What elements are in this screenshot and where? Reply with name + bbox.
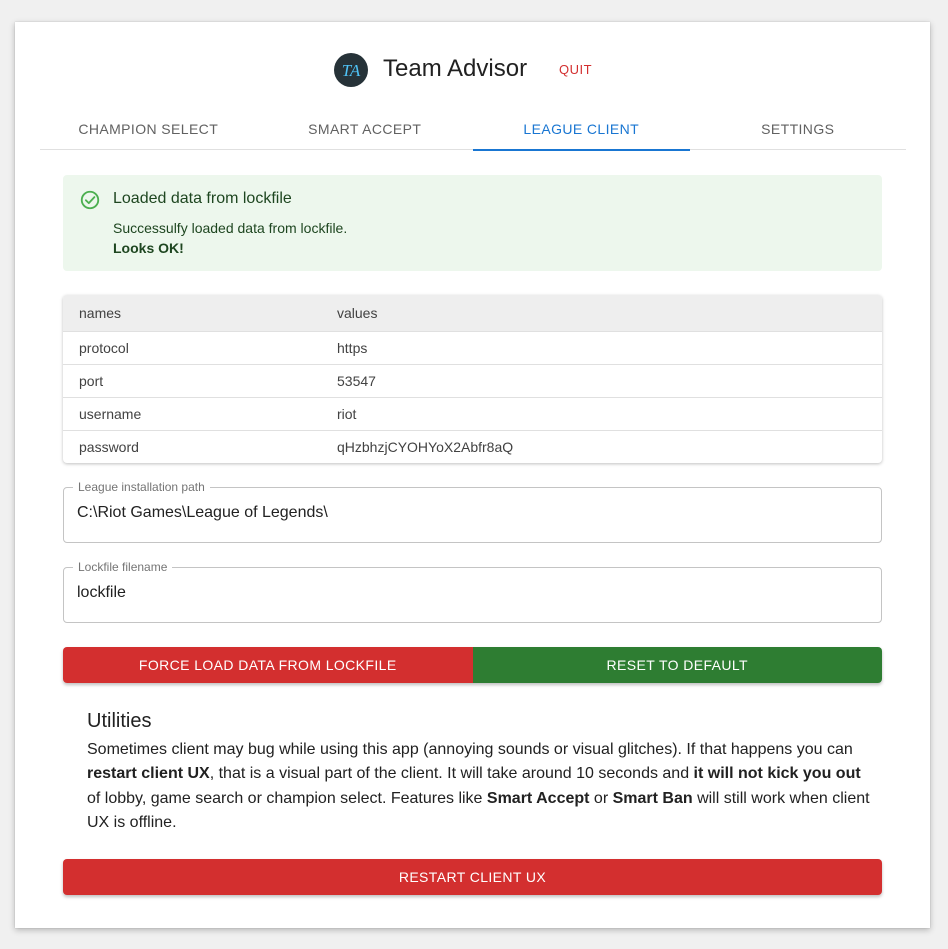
row-name: password xyxy=(79,438,139,455)
tab-smart-accept[interactable]: SMART ACCEPT xyxy=(257,108,474,150)
utilities-text: , that is a visual part of the client. I… xyxy=(209,765,694,783)
utilities-bold: Smart Accept xyxy=(486,789,590,807)
row-value: riot xyxy=(337,405,357,422)
install-path-field: League installation path xyxy=(63,480,882,543)
team-advisor-logo: TA xyxy=(334,53,368,87)
lockfile-name-label: Lockfile filename xyxy=(73,560,173,574)
row-value: https xyxy=(337,339,368,356)
utilities-title: Utilities xyxy=(87,710,152,732)
lockfile-name-field: Lockfile filename xyxy=(63,560,882,623)
utilities-description: Sometimes client may bug while using thi… xyxy=(87,738,877,835)
row-name: protocol xyxy=(79,339,129,356)
quit-button[interactable]: QUIT xyxy=(555,60,596,79)
tab-bar: CHAMPION SELECT SMART ACCEPT LEAGUE CLIE… xyxy=(40,108,907,151)
lockfile-name-input[interactable] xyxy=(77,584,867,602)
row-value: qHzbhzjCYOHYoX2Abfr8aQ xyxy=(337,438,514,455)
tab-league-client[interactable]: LEAGUE CLIENT xyxy=(473,108,690,151)
table-row: protocol https xyxy=(63,331,882,364)
install-path-input[interactable] xyxy=(77,504,867,522)
utilities-bold: Smart Ban xyxy=(612,789,693,807)
app-window: TA Team Advisor QUIT CHAMPION SELECT SMA… xyxy=(15,22,930,928)
lockfile-data-table: names values protocol https port 53547 u… xyxy=(63,295,882,463)
app-title: Team Advisor xyxy=(383,55,528,82)
success-alert: Loaded data from lockfile Successulfy lo… xyxy=(63,175,882,271)
tab-champion-select[interactable]: CHAMPION SELECT xyxy=(40,108,257,150)
restart-client-ux-button[interactable]: RESTART CLIENT UX xyxy=(63,859,882,895)
logo-icon: TA xyxy=(335,54,367,86)
row-name: username xyxy=(79,405,142,422)
table-row: username riot xyxy=(63,397,882,430)
utilities-bold: restart client UX xyxy=(87,765,210,783)
column-header-values: values xyxy=(337,304,378,321)
utilities-text: Sometimes client may bug while using thi… xyxy=(87,741,853,758)
row-value: 53547 xyxy=(337,372,376,389)
table-header-row: names values xyxy=(63,295,882,331)
tab-settings[interactable]: SETTINGS xyxy=(690,108,907,150)
utilities-section: Utilities Sometimes client may bug while… xyxy=(87,710,877,835)
utilities-text: of lobby, game search or champion select… xyxy=(87,789,487,807)
column-header-names: names xyxy=(79,304,122,321)
alert-status-text: Looks OK! xyxy=(113,240,184,256)
svg-text:TA: TA xyxy=(342,61,361,80)
row-name: port xyxy=(79,372,104,389)
table-row: port 53547 xyxy=(63,364,882,397)
install-path-label: League installation path xyxy=(73,480,210,494)
alert-message-text: Successulfy loaded data from lockfile. xyxy=(113,220,348,236)
app-header: TA Team Advisor QUIT xyxy=(15,22,930,114)
utilities-bold: it will not kick you out xyxy=(693,765,861,783)
utilities-text: or xyxy=(589,789,613,807)
force-load-button[interactable]: FORCE LOAD DATA FROM LOCKFILE xyxy=(63,647,473,683)
alert-message: Successulfy loaded data from lockfile. L… xyxy=(113,218,347,258)
reset-default-button[interactable]: RESET TO DEFAULT xyxy=(472,647,882,683)
alert-title: Loaded data from lockfile xyxy=(113,190,292,207)
table-row: password qHzbhzjCYOHYoX2Abfr8aQ xyxy=(63,430,882,463)
lockfile-action-buttons: FORCE LOAD DATA FROM LOCKFILE RESET TO D… xyxy=(63,647,882,683)
check-circle-icon xyxy=(80,190,100,210)
